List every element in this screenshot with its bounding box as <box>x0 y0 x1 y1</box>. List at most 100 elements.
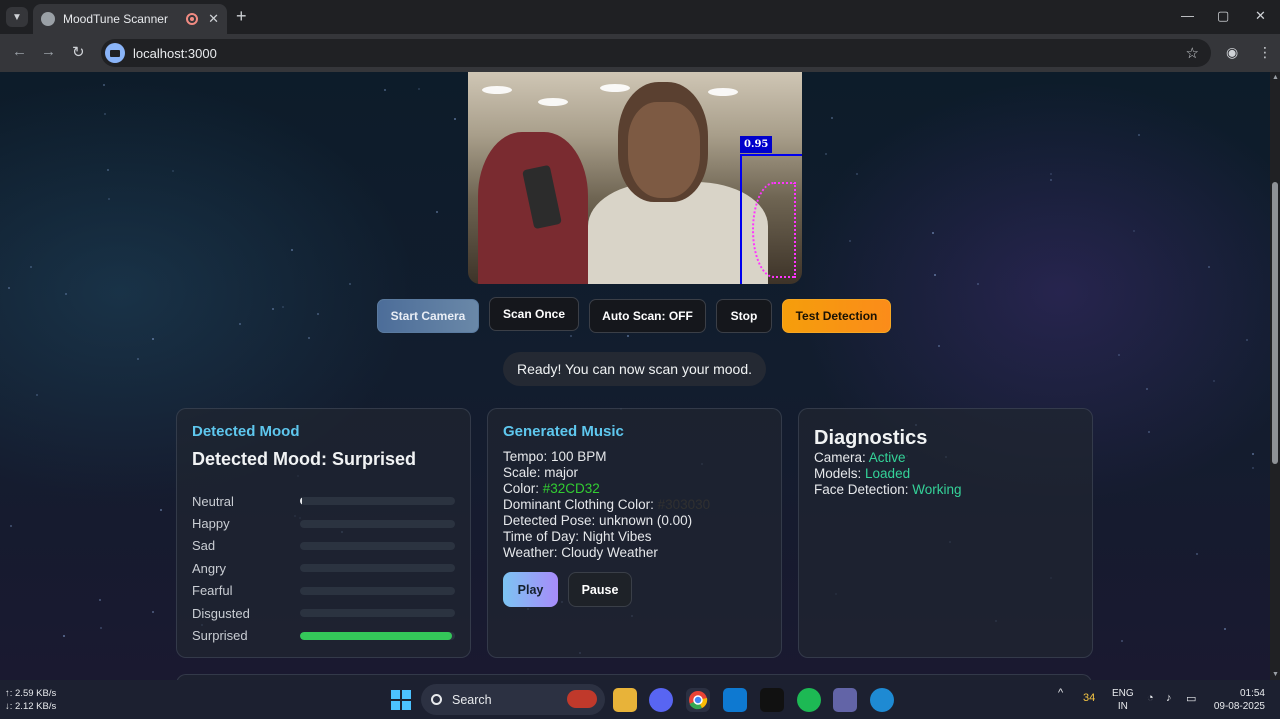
camera-label: Camera: <box>814 450 869 465</box>
camera-value: Active <box>868 450 906 465</box>
minimize-button[interactable]: — <box>1181 8 1194 23</box>
tab-search-button[interactable]: ▼ <box>6 7 28 27</box>
star-dot <box>10 525 12 527</box>
play-button[interactable]: Play <box>503 572 558 607</box>
clock-date: 09-08-2025 <box>1213 701 1265 712</box>
upload-speed: ↑: 2.59 KB/s <box>5 688 57 699</box>
new-tab-button[interactable]: + <box>236 6 247 27</box>
start-button[interactable] <box>389 688 413 712</box>
scroll-up-icon[interactable]: ▲ <box>1272 74 1279 81</box>
star-dot <box>454 118 456 120</box>
mood-label: Sad <box>192 538 216 554</box>
language-indicator[interactable]: ENG IN <box>1112 687 1134 713</box>
mood-bar <box>299 609 455 618</box>
mood-bar-fill <box>299 631 453 640</box>
system-clock[interactable]: 01:54 09-08-2025 <box>1214 687 1265 713</box>
edge-icon[interactable] <box>870 688 894 712</box>
face-detection-status: Face Detection: Working <box>814 482 1077 498</box>
spotify-icon[interactable] <box>797 688 821 712</box>
star-dot <box>1224 628 1226 630</box>
start-camera-button[interactable]: Start Camera <box>377 299 479 333</box>
reload-icon[interactable]: ↻ <box>72 43 85 61</box>
network-speed: ↑: 2.59 KB/s ↓: 2.12 KB/s <box>5 687 56 713</box>
music-buttons: Play Pause <box>503 572 766 607</box>
star-dot <box>1133 230 1135 232</box>
volume-icon[interactable]: ♪ <box>1166 692 1172 704</box>
star-dot <box>938 345 940 347</box>
menu-icon[interactable]: ⋮ <box>1258 44 1274 60</box>
tray-overflow-icon[interactable]: ^ <box>1058 687 1063 699</box>
close-window-button[interactable]: ✕ <box>1255 8 1266 24</box>
auto-scan-toggle[interactable]: Auto Scan: OFF <box>589 299 706 333</box>
star-dot <box>99 599 101 601</box>
star-dot <box>849 240 851 242</box>
clothing-color-value: #303030 <box>657 497 711 512</box>
windows-taskbar: ↑: 2.59 KB/s ↓: 2.12 KB/s Search ^ 34 EN… <box>0 680 1280 719</box>
star-dot <box>934 274 936 276</box>
color-row: Color: #32CD32 <box>503 481 766 497</box>
star-dot <box>137 358 139 360</box>
scroll-down-icon[interactable]: ▼ <box>1272 671 1279 678</box>
star-dot <box>932 232 934 234</box>
battery-icon[interactable]: ▭ <box>1186 692 1196 705</box>
star-dot <box>1138 134 1140 136</box>
camera-in-use-icon[interactable] <box>105 43 125 63</box>
star-dot <box>172 170 174 172</box>
recording-icon <box>186 13 199 25</box>
vscode-icon[interactable] <box>723 688 747 712</box>
search-highlight-icon <box>567 690 597 708</box>
star-dot <box>418 88 420 90</box>
status-message: Ready! You can now scan your mood. <box>503 352 766 386</box>
chrome-icon[interactable] <box>686 688 710 712</box>
camera-feed: 0.95 <box>468 72 802 284</box>
terminal-app-icon[interactable] <box>760 688 784 712</box>
mood-row-angry: Angry <box>192 557 455 579</box>
star-dot <box>103 84 105 86</box>
star-dot <box>100 627 102 629</box>
page-scrollbar[interactable]: ▲ ▼ <box>1270 72 1280 680</box>
pose-text: Detected Pose: unknown (0.00) <box>503 513 693 528</box>
star-dot <box>1148 431 1150 433</box>
detection-score-label: 0.95 <box>740 136 773 153</box>
star-dot <box>831 117 833 119</box>
detection-box-top <box>740 154 802 156</box>
bookmark-star-icon[interactable]: ☆ <box>1186 44 1199 62</box>
tab-close-icon[interactable]: ✕ <box>208 11 219 27</box>
teams-icon[interactable] <box>833 688 857 712</box>
star-dot <box>152 338 154 340</box>
star-dot <box>1146 388 1148 390</box>
star-dot <box>977 283 979 285</box>
discord-icon[interactable] <box>649 688 673 712</box>
taskbar-search[interactable]: Search <box>421 684 605 715</box>
weather-text: Weather: Cloudy Weather <box>503 545 658 560</box>
mood-row-happy: Happy <box>192 512 455 534</box>
browser-tab[interactable]: MoodTune Scanner ✕ <box>33 4 227 34</box>
mood-row-disgusted: Disgusted <box>192 602 455 624</box>
temperature-widget[interactable]: 34 <box>1083 692 1095 704</box>
star-dot <box>384 89 386 91</box>
mood-bar-fill <box>299 497 302 506</box>
ceiling-light <box>600 84 630 92</box>
scan-once-button[interactable]: Scan Once <box>489 297 579 331</box>
pause-button[interactable]: Pause <box>568 572 632 607</box>
star-dot <box>1252 453 1254 455</box>
back-icon[interactable]: ← <box>12 43 27 60</box>
url-text: localhost:3000 <box>133 45 217 61</box>
mood-label: Fearful <box>192 583 233 599</box>
scrollbar-thumb[interactable] <box>1272 182 1278 464</box>
file-explorer-icon[interactable] <box>613 688 637 712</box>
wifi-icon[interactable]: ◔ <box>1147 692 1154 704</box>
windows-icon <box>391 690 411 710</box>
tempo-text: Tempo: 100 BPM <box>503 449 607 464</box>
maximize-button[interactable]: ▢ <box>1217 8 1229 24</box>
profile-icon[interactable]: ◉ <box>1226 44 1242 60</box>
taskbar-search-label: Search <box>452 692 492 707</box>
stop-button[interactable]: Stop <box>716 299 772 333</box>
address-bar[interactable]: localhost:3000 ☆ <box>101 39 1211 67</box>
mood-row-surprised: Surprised <box>192 624 455 646</box>
globe-icon <box>41 12 55 26</box>
test-detection-button[interactable]: Test Detection <box>782 299 891 333</box>
clothing-color-row: Dominant Clothing Color: #303030 <box>503 497 766 513</box>
mood-label: Surprised <box>192 628 248 644</box>
forward-icon[interactable]: → <box>41 43 56 60</box>
